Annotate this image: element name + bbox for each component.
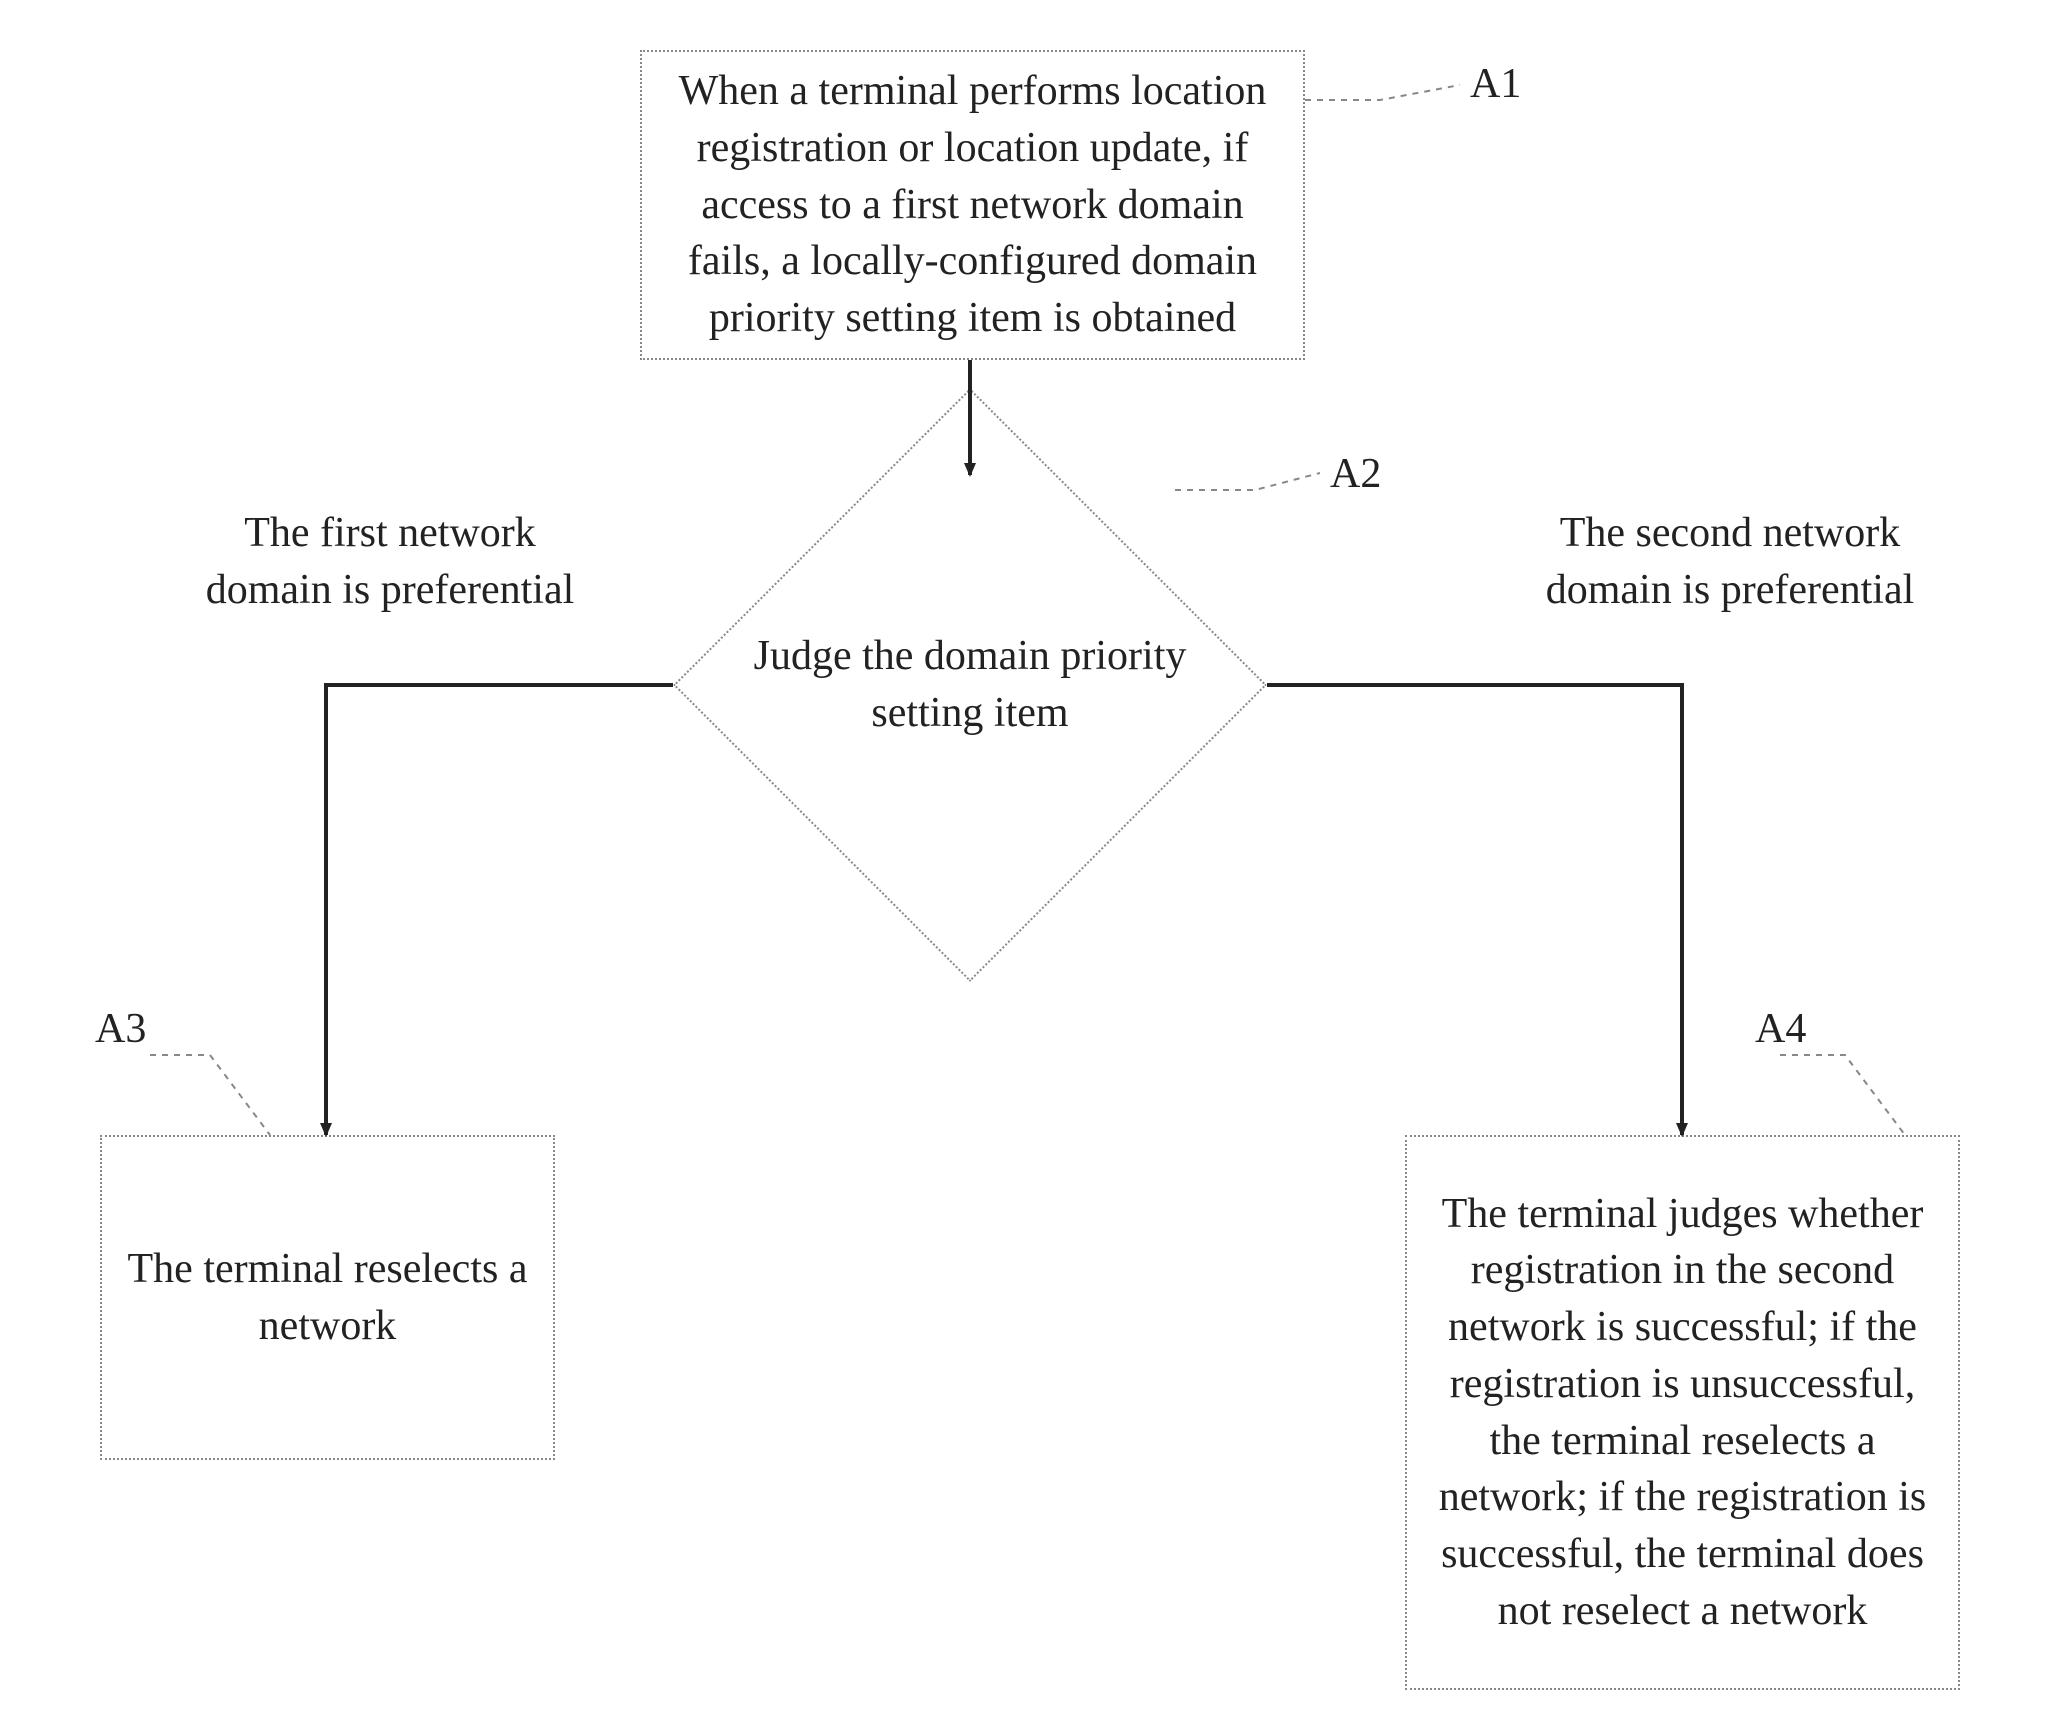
arrow-a2-to-a3 (326, 685, 673, 1135)
leader-line-a1 (1305, 85, 1460, 100)
leader-line-a2 (1175, 473, 1320, 490)
flowchart-canvas: When a terminal performs location regist… (0, 0, 2063, 1734)
leader-line-a4 (1780, 1055, 1905, 1135)
leader-line-a3 (150, 1055, 270, 1135)
arrows-overlay (0, 0, 2063, 1734)
arrow-a2-to-a4 (1267, 685, 1682, 1135)
